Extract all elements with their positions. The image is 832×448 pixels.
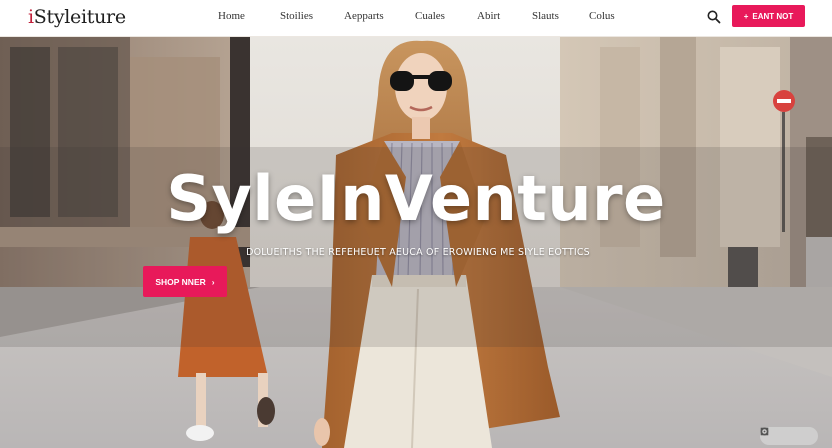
shop-now-button[interactable]: SHOP NNER › xyxy=(143,266,227,297)
header-cta-button[interactable]: + EANT NOT xyxy=(732,5,805,27)
nav-item-stories[interactable]: Stoilies xyxy=(280,10,344,22)
main-nav: Home Stoilies Aepparts Cuales Abirt Slau… xyxy=(218,10,629,22)
chevron-right-icon: › xyxy=(211,276,215,287)
search-button[interactable] xyxy=(706,9,722,25)
hero-title: SyleInVenture xyxy=(166,162,666,235)
nav-item-apparel[interactable]: Aepparts xyxy=(344,10,415,22)
nav-item-about[interactable]: Abirt xyxy=(477,10,532,22)
fullscreen-icon[interactable] xyxy=(760,427,793,441)
settings-icon[interactable] xyxy=(760,427,778,441)
nav-item-cuales[interactable]: Cuales xyxy=(415,10,477,22)
search-icon xyxy=(707,10,721,24)
corner-controls xyxy=(760,427,818,445)
hero-subtitle: DOLUEITHS THE REFEHEUET AEUCA OF EROWIEN… xyxy=(246,247,590,258)
plus-icon: + xyxy=(743,11,749,21)
nav-item-home[interactable]: Home xyxy=(218,10,280,22)
nav-item-slauts[interactable]: Slauts xyxy=(532,10,589,22)
site-logo[interactable]: iStyleiture xyxy=(28,6,126,28)
header-cta-label: EANT NOT xyxy=(752,11,794,21)
nav-item-colus[interactable]: Colus xyxy=(589,10,629,22)
hero-section: SyleInVenture DOLUEITHS THE REFEHEUET AE… xyxy=(0,37,832,448)
chat-icon[interactable] xyxy=(760,427,809,441)
shop-now-label: SHOP NNER xyxy=(155,276,206,287)
hero-background-image xyxy=(0,37,832,448)
site-header: iStyleiture Home Stoilies Aepparts Cuale… xyxy=(0,0,832,37)
logo-text: Styleiture xyxy=(33,6,126,28)
